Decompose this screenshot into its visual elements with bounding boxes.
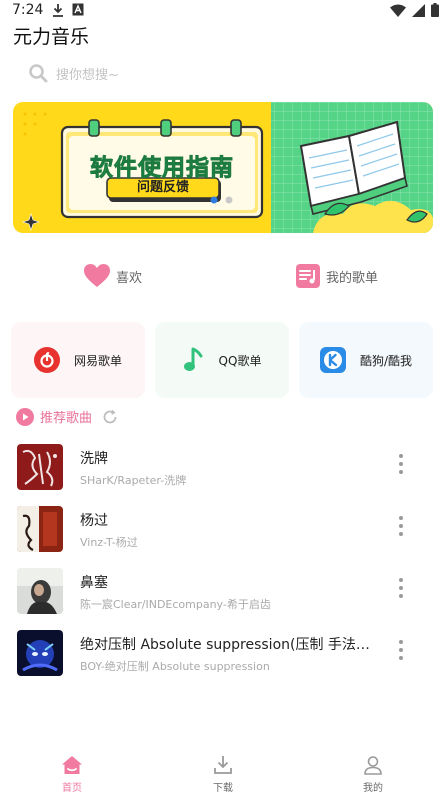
playlist-icon [296,264,320,288]
heart-icon [84,264,110,287]
netease-label: 网易歌单 [73,353,122,368]
more-icon[interactable] [392,452,410,476]
download-icon [214,756,232,774]
qq-label: QQ歌单 [218,353,262,368]
my-playlist-label: 我的歌单 [326,270,379,286]
song-artist: Vinz-T-杨过 [80,536,138,549]
search-placeholder: 搜你想搜~ [56,67,119,83]
song-row[interactable]: 洗牌 SHarK/Rapeter-洗牌 [0,440,447,496]
netease-icon [33,347,60,373]
more-icon[interactable] [392,638,410,662]
more-icon[interactable] [392,576,410,600]
a-badge-icon [72,3,84,16]
user-icon [364,756,382,775]
download-icon [53,4,63,17]
tab-download[interactable]: 下载 [193,755,253,794]
recommend-title: 推荐歌曲 [40,411,93,426]
song-row[interactable]: 鼻塞 陈一宸Clear/INDEcompany-希于启齿 [0,564,447,620]
song-title: 杨过 [80,513,108,529]
search-bar[interactable]: 搜你想搜~ [28,60,418,86]
qq-playlist-card[interactable]: QQ歌单 [155,322,289,398]
song-title: 绝对压制 Absolute suppression(压制 手法… [80,637,370,653]
status-time: 7:24 [12,2,44,18]
banner-feedback-button[interactable]: 问题反馈 [107,178,219,198]
app-title: 元力音乐 [13,26,90,48]
song-title: 洗牌 [80,451,108,467]
song-artist: 陈一宸Clear/INDEcompany-希于启齿 [80,598,271,611]
recommend-header: 推荐歌曲 [16,407,118,426]
bottom-tab-bar: 首页 下载 我的 [0,755,447,799]
song-title: 鼻塞 [80,575,108,591]
song-cover [17,506,63,552]
song-artist: SHarK/Rapeter-洗牌 [80,474,187,487]
kugou-icon [319,347,346,373]
tab-home-label: 首页 [62,783,82,794]
status-bar: 7:24 [0,0,447,22]
qq-music-icon [183,347,203,371]
wifi-icon [390,4,406,17]
more-icon[interactable] [392,514,410,538]
tab-mine[interactable]: 我的 [343,755,403,794]
kugou-playlist-card[interactable]: 酷狗/酷我 [299,322,433,398]
banner-carousel[interactable]: 软件使用指南 问题反馈 [13,102,433,233]
battery-icon [431,3,439,17]
play-circle-icon [16,407,34,426]
song-cover [17,630,63,676]
tab-mine-label: 我的 [363,783,383,794]
tab-home[interactable]: 首页 [42,755,102,794]
song-row[interactable]: 绝对压制 Absolute suppression(压制 手法… BOY-绝对压… [0,626,447,682]
favorites-button[interactable]: 喜欢 [84,264,142,288]
banner-heading: 软件使用指南 [90,155,234,182]
favorites-label: 喜欢 [116,270,143,286]
netease-playlist-card[interactable]: 网易歌单 [11,322,145,398]
search-icon [29,64,48,83]
song-cover [17,444,63,490]
song-cover [17,568,63,614]
home-icon [62,756,82,774]
song-artist: BOY-绝对压制 Absolute suppression [80,660,270,673]
signal-icon [412,3,425,17]
song-row[interactable]: 杨过 Vinz-T-杨过 [0,502,447,558]
tab-download-label: 下载 [213,783,233,794]
refresh-icon[interactable] [102,409,118,425]
my-playlist-button[interactable]: 我的歌单 [296,264,378,288]
kugou-label: 酷狗/酷我 [359,353,413,368]
